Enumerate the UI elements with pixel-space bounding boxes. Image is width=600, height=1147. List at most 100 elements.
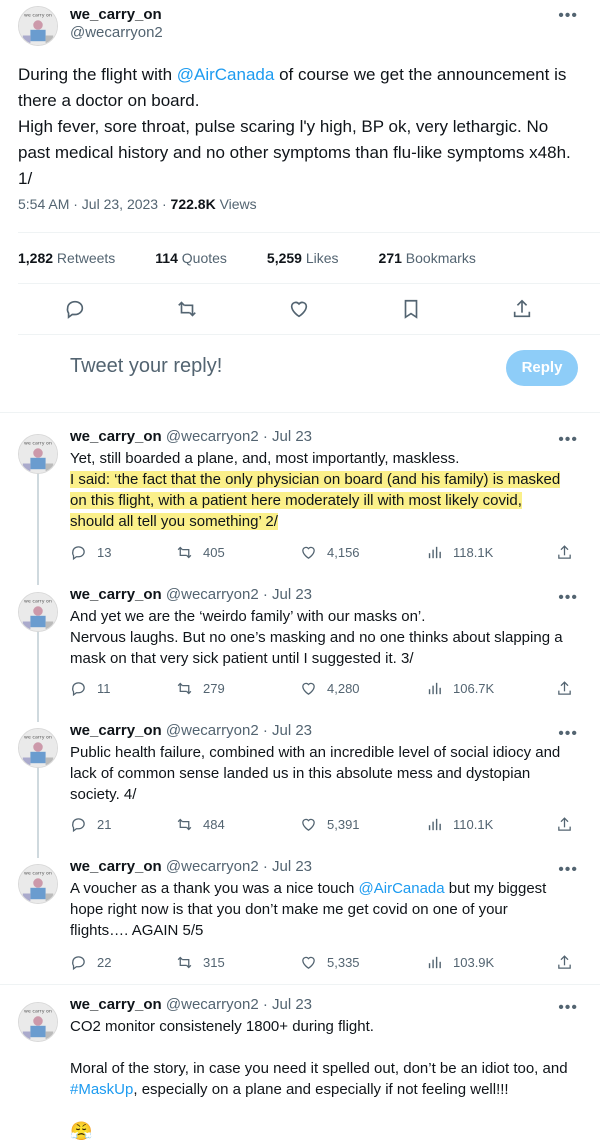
heart-icon [302, 546, 315, 559]
views-action[interactable]: 103.9K [426, 954, 494, 971]
more-icon[interactable]: ••• [558, 862, 578, 878]
share-action[interactable] [556, 954, 573, 971]
views-action[interactable]: 118.1K [426, 544, 493, 561]
share-icon [558, 817, 571, 831]
more-icon[interactable]: ••• [558, 432, 578, 448]
share-icon [558, 681, 571, 695]
retweet-icon [177, 546, 192, 559]
share-action[interactable] [556, 816, 573, 833]
bookmarks-stat[interactable]: 271 Bookmarks [379, 250, 496, 266]
bookmark-icon[interactable] [400, 298, 422, 320]
share-action[interactable] [556, 680, 573, 697]
comment-action[interactable]: 13 [70, 544, 111, 561]
like-action[interactable]: 5,391 [300, 816, 360, 833]
avatar[interactable]: we carry on [18, 6, 58, 46]
comment-icon [72, 956, 85, 971]
comment-icon [72, 682, 85, 697]
share-action[interactable] [556, 544, 573, 561]
mention-link[interactable]: @AirCanada [177, 65, 275, 84]
display-name[interactable]: we_carry_on [70, 428, 162, 445]
svg-text:we carry on: we carry on [24, 441, 52, 447]
svg-text:we carry on: we carry on [24, 871, 52, 877]
more-icon[interactable]: ••• [558, 726, 578, 742]
views-icon [428, 956, 441, 969]
share-icon[interactable] [511, 298, 533, 320]
retweet-action[interactable]: 484 [176, 816, 225, 833]
reply-tweet: we carry on we_carry_on @wecarryon2 · Ju… [0, 996, 600, 1146]
reply-input[interactable]: Tweet your reply! [70, 355, 222, 378]
retweet-icon [177, 818, 192, 831]
heart-icon [302, 818, 315, 831]
views-icon [428, 682, 441, 695]
comment-action[interactable]: 22 [70, 954, 111, 971]
reply-header: we_carry_on @wecarryon2 · Jul 23 [70, 996, 312, 1013]
like-action[interactable]: 4,280 [300, 680, 360, 697]
divider [18, 334, 600, 335]
retweet-action[interactable]: 405 [176, 544, 225, 561]
comment-action[interactable]: 21 [70, 816, 111, 833]
reply-tweet: we carry on we_carry_on @wecarryon2 · Ju… [0, 586, 600, 704]
share-icon [558, 955, 571, 969]
views-action[interactable]: 106.7K [426, 680, 494, 697]
reply-text: Yet, still boarded a plane, and, most im… [70, 450, 561, 530]
display-name[interactable]: we_carry_on [70, 996, 162, 1013]
retweet-icon [177, 956, 192, 969]
display-name[interactable]: we_carry_on [70, 586, 162, 603]
handle-date[interactable]: @wecarryon2 · Jul 23 [166, 428, 312, 445]
comment-icon [72, 546, 85, 561]
avatar[interactable]: we carry on [18, 1002, 58, 1042]
retweets-stat[interactable]: 1,282 Retweets [18, 250, 135, 266]
angry-face-emoji: 😤 [70, 1121, 93, 1141]
more-icon[interactable]: ••• [558, 590, 578, 606]
handle-date[interactable]: @wecarryon2 · Jul 23 [166, 722, 312, 739]
comment-icon [72, 818, 85, 833]
mention-link[interactable]: @AirCanada [359, 880, 445, 897]
retweet-icon[interactable] [176, 298, 198, 320]
reply-text: Public health failure, combined with an … [70, 744, 561, 803]
display-name[interactable]: we_carry_on [70, 6, 162, 23]
reply-header: we_carry_on @wecarryon2 · Jul 23 [70, 722, 312, 739]
comment-icon[interactable] [64, 298, 86, 320]
quotes-stat[interactable]: 114 Quotes [155, 250, 247, 266]
heart-icon[interactable] [288, 298, 310, 320]
reply-text: A voucher as a thank you was a nice touc… [70, 880, 547, 939]
retweet-icon [177, 682, 192, 695]
main-tweet: we carry on we_carry_on @wecarryon2 ••• … [0, 0, 600, 412]
handle-date[interactable]: @wecarryon2 · Jul 23 [166, 586, 312, 603]
heart-icon [302, 956, 315, 969]
handle-date[interactable]: @wecarryon2 · Jul 23 [166, 996, 312, 1013]
views-action[interactable]: 110.1K [426, 816, 493, 833]
reply-button[interactable]: Reply [506, 350, 578, 386]
divider [18, 283, 600, 284]
display-name[interactable]: we_carry_on [70, 722, 162, 739]
more-icon[interactable]: ••• [558, 8, 578, 24]
handle[interactable]: @wecarryon2 [70, 24, 163, 41]
svg-text:we carry on: we carry on [24, 735, 52, 741]
handle-date[interactable]: @wecarryon2 · Jul 23 [166, 858, 312, 875]
like-action[interactable]: 4,156 [300, 544, 360, 561]
retweet-action[interactable]: 279 [176, 680, 225, 697]
share-icon [558, 545, 571, 559]
views-icon [428, 546, 441, 559]
more-icon[interactable]: ••• [558, 1000, 578, 1016]
reply-actions: 21 484 5,391 110.1K [70, 816, 590, 836]
hashtag-link[interactable]: #MaskUp [70, 1081, 133, 1098]
avatar[interactable]: we carry on [18, 864, 58, 904]
display-name[interactable]: we_carry_on [70, 858, 162, 875]
reply-tweet: we carry on we_carry_on @wecarryon2 · Ju… [0, 722, 600, 840]
reply-header: we_carry_on @wecarryon2 · Jul 23 [70, 586, 312, 603]
retweet-action[interactable]: 315 [176, 954, 225, 971]
avatar[interactable]: we carry on [18, 592, 58, 632]
tweet-text: During the flight with @AirCanada of cou… [18, 65, 571, 188]
like-action[interactable]: 5,335 [300, 954, 360, 971]
reply-actions: 11 279 4,280 106.7K [70, 680, 590, 700]
avatar[interactable]: we carry on [18, 434, 58, 474]
likes-stat[interactable]: 5,259 Likes [267, 250, 359, 266]
svg-text:we carry on: we carry on [24, 599, 52, 605]
reply-header: we_carry_on @wecarryon2 · Jul 23 [70, 858, 312, 875]
reply-tweet: we carry on we_carry_on @wecarryon2 · Ju… [0, 428, 600, 568]
reply-tweet: we carry on we_carry_on @wecarryon2 · Ju… [0, 858, 600, 976]
avatar[interactable]: we carry on [18, 728, 58, 768]
reply-text: CO2 monitor consistenely 1800+ during fl… [70, 1016, 570, 1142]
comment-action[interactable]: 11 [70, 680, 111, 697]
